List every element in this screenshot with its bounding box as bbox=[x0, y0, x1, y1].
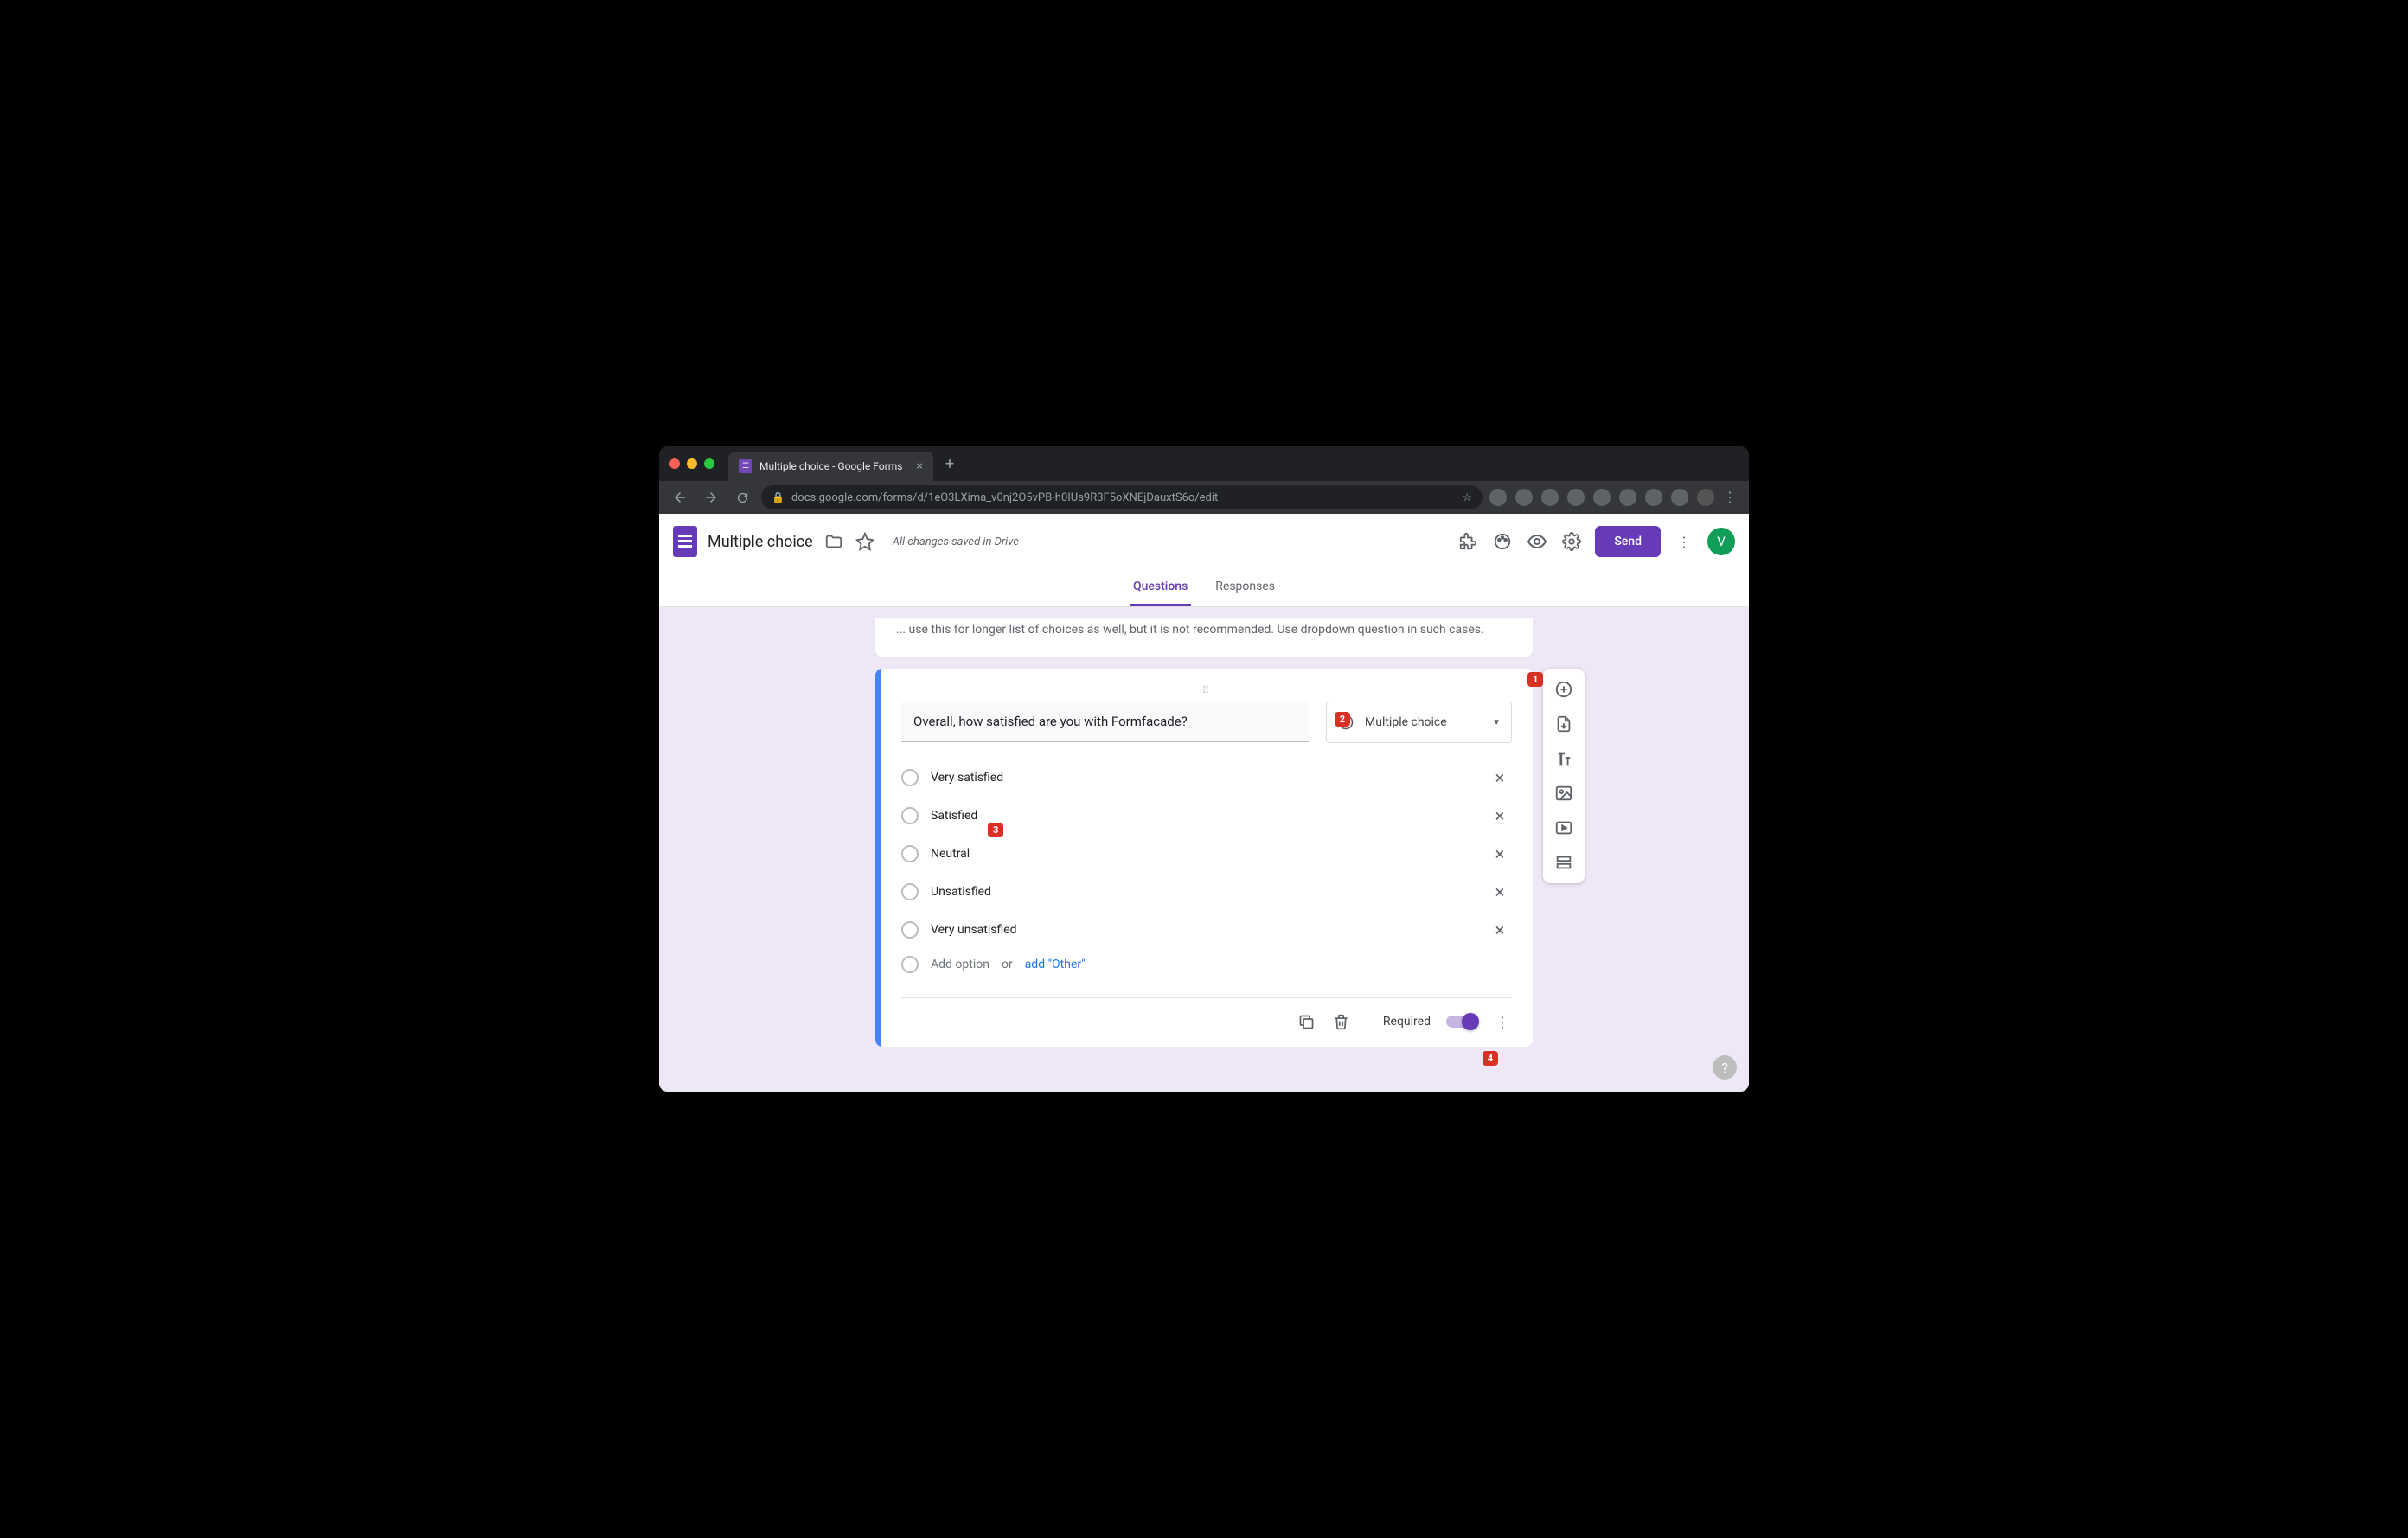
close-window-button[interactable] bbox=[669, 458, 680, 469]
settings-button[interactable] bbox=[1560, 530, 1583, 553]
extension-icon[interactable] bbox=[1515, 489, 1533, 506]
send-button[interactable]: Send bbox=[1595, 526, 1661, 557]
or-text: or bbox=[1002, 958, 1013, 971]
forms-favicon-icon bbox=[739, 459, 752, 473]
addons-button[interactable] bbox=[1457, 530, 1479, 553]
option-row: × bbox=[901, 911, 1512, 949]
document-title[interactable]: Multiple choice bbox=[708, 533, 813, 551]
extension-icon[interactable] bbox=[1671, 489, 1688, 506]
reload-button[interactable] bbox=[730, 485, 754, 509]
add-image-button[interactable] bbox=[1548, 778, 1579, 809]
annotation-badge-3: 3 bbox=[988, 823, 1003, 837]
extension-icon[interactable] bbox=[1593, 489, 1611, 506]
new-tab-button[interactable]: + bbox=[945, 455, 954, 473]
question-more-button[interactable]: ⋮ bbox=[1493, 1012, 1512, 1031]
option-input[interactable] bbox=[931, 918, 1476, 942]
extension-icon[interactable] bbox=[1619, 489, 1636, 506]
option-input[interactable] bbox=[931, 880, 1476, 904]
tab-title: Multiple choice - Google Forms bbox=[759, 460, 902, 472]
close-tab-button[interactable]: × bbox=[916, 459, 922, 473]
radio-icon bbox=[901, 807, 919, 824]
side-toolbar: 1 bbox=[1543, 669, 1585, 883]
form-canvas: ... use this for longer list of choices … bbox=[659, 607, 1749, 1092]
add-question-button[interactable] bbox=[1548, 674, 1579, 705]
preview-button[interactable] bbox=[1526, 530, 1548, 553]
extension-icon[interactable] bbox=[1541, 489, 1559, 506]
option-row: 3 × bbox=[901, 835, 1512, 873]
star-button[interactable] bbox=[855, 531, 875, 552]
browser-tab[interactable]: Multiple choice - Google Forms × bbox=[728, 452, 933, 481]
question-type-label: Multiple choice bbox=[1365, 715, 1447, 729]
option-input[interactable] bbox=[931, 804, 1476, 828]
addressbar: 🔒 docs.google.com/forms/d/1eO3LXima_v0nj… bbox=[659, 481, 1749, 514]
maximize-window-button[interactable] bbox=[704, 458, 714, 469]
required-label: Required bbox=[1383, 1015, 1431, 1029]
add-option-row: Add option or add "Other" bbox=[901, 949, 1512, 985]
drag-handle-icon[interactable]: ⠿ bbox=[901, 684, 1512, 696]
radio-icon bbox=[901, 956, 919, 973]
annotation-badge-2: 2 bbox=[1335, 712, 1350, 727]
extension-icon[interactable] bbox=[1489, 489, 1507, 506]
description-card: ... use this for longer list of choices … bbox=[875, 618, 1533, 657]
option-input[interactable] bbox=[931, 842, 1476, 866]
bookmark-star-icon[interactable]: ☆ bbox=[1462, 491, 1472, 504]
profile-avatar-icon[interactable] bbox=[1697, 489, 1714, 506]
save-status: All changes saved in Drive bbox=[893, 535, 1019, 548]
browser-window: Multiple choice - Google Forms × + 🔒 doc… bbox=[659, 446, 1749, 1092]
customize-theme-button[interactable] bbox=[1491, 530, 1514, 553]
url-field[interactable]: 🔒 docs.google.com/forms/d/1eO3LXima_v0nj… bbox=[761, 485, 1483, 509]
chevron-down-icon: ▼ bbox=[1492, 718, 1501, 727]
question-type-dropdown[interactable]: Multiple choice ▼ bbox=[1326, 702, 1512, 743]
extension-icon[interactable] bbox=[1567, 489, 1585, 506]
browser-menu-button[interactable]: ⋮ bbox=[1723, 489, 1740, 506]
account-avatar[interactable]: V bbox=[1707, 528, 1735, 555]
url-text: docs.google.com/forms/d/1eO3LXima_v0nj2O… bbox=[791, 491, 1218, 504]
option-row: × bbox=[901, 759, 1512, 797]
more-menu-button[interactable]: ⋮ bbox=[1673, 530, 1695, 553]
add-option-button[interactable]: Add option bbox=[931, 958, 989, 971]
add-section-button[interactable] bbox=[1548, 847, 1579, 878]
duplicate-button[interactable] bbox=[1297, 1012, 1316, 1031]
radio-icon bbox=[901, 921, 919, 939]
window-controls bbox=[669, 458, 714, 469]
titlebar: Multiple choice - Google Forms × + bbox=[659, 446, 1749, 481]
radio-icon bbox=[901, 845, 919, 862]
radio-icon bbox=[901, 883, 919, 900]
remove-option-button[interactable]: × bbox=[1488, 920, 1512, 940]
minimize-window-button[interactable] bbox=[687, 458, 697, 469]
tab-responses[interactable]: Responses bbox=[1212, 569, 1278, 606]
delete-button[interactable] bbox=[1332, 1012, 1351, 1031]
add-other-button[interactable]: add "Other" bbox=[1025, 958, 1086, 971]
remove-option-button[interactable]: × bbox=[1488, 881, 1512, 902]
question-footer: Required ⋮ 4 bbox=[901, 997, 1512, 1035]
lock-icon: 🔒 bbox=[772, 491, 785, 503]
move-to-folder-button[interactable] bbox=[823, 531, 844, 552]
back-button[interactable] bbox=[668, 485, 692, 509]
app: Multiple choice All changes saved in Dri… bbox=[659, 514, 1749, 1092]
remove-option-button[interactable]: × bbox=[1488, 843, 1512, 864]
remove-option-button[interactable]: × bbox=[1488, 805, 1512, 826]
import-questions-button[interactable] bbox=[1548, 708, 1579, 740]
form-tabs: Questions Responses bbox=[659, 569, 1749, 607]
tab-questions[interactable]: Questions bbox=[1130, 569, 1191, 606]
annotation-badge-1: 1 bbox=[1527, 672, 1543, 687]
extension-icon[interactable] bbox=[1645, 489, 1662, 506]
forward-button[interactable] bbox=[699, 485, 723, 509]
app-header: Multiple choice All changes saved in Dri… bbox=[659, 514, 1749, 569]
question-card[interactable]: ⠿ 2 Multiple choice ▼ bbox=[875, 669, 1533, 1047]
description-text: ... use this for longer list of choices … bbox=[896, 623, 1484, 637]
help-button[interactable]: ? bbox=[1713, 1055, 1737, 1080]
question-title-input[interactable] bbox=[901, 702, 1309, 742]
option-row: × bbox=[901, 873, 1512, 911]
google-forms-icon[interactable] bbox=[673, 526, 697, 557]
extension-icons: ⋮ bbox=[1489, 489, 1740, 506]
required-toggle[interactable] bbox=[1446, 1016, 1477, 1028]
option-input[interactable] bbox=[931, 766, 1476, 790]
annotation-badge-4: 4 bbox=[1483, 1051, 1498, 1066]
radio-icon bbox=[901, 769, 919, 786]
add-title-button[interactable] bbox=[1548, 743, 1579, 774]
add-video-button[interactable] bbox=[1548, 812, 1579, 843]
remove-option-button[interactable]: × bbox=[1488, 767, 1512, 788]
